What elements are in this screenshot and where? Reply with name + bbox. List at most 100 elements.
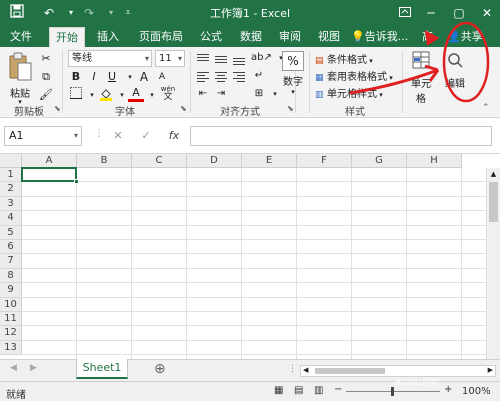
merge-center-icon[interactable]: ⊞ <box>251 86 267 102</box>
horizontal-scroll-thumb[interactable] <box>315 368 385 374</box>
zoom-slider-thumb[interactable] <box>391 387 394 396</box>
font-name-combo[interactable]: 等线 ▾ <box>68 50 152 67</box>
tab-review[interactable]: 审阅 <box>273 27 307 47</box>
tab-file[interactable]: 文件 <box>4 27 38 47</box>
formula-input[interactable] <box>190 126 492 146</box>
row-header-9[interactable]: 9 <box>0 283 22 298</box>
column-header-a[interactable]: A <box>22 154 77 168</box>
name-box[interactable]: A1 ▾ <box>4 126 82 146</box>
fill-color-icon[interactable] <box>98 87 114 103</box>
cancel-icon[interactable]: ✕ <box>110 128 126 144</box>
ribbon-display-options-icon[interactable] <box>392 2 418 24</box>
cell-styles-button[interactable]: ▥ 单元格样式 ▾ <box>314 84 398 100</box>
decrease-indent-icon[interactable]: ⇤ <box>195 86 211 102</box>
row-header-13[interactable]: 13 <box>0 340 22 356</box>
insert-function-icon[interactable]: fx <box>166 128 182 144</box>
conditional-formatting-button[interactable]: ▤ 条件格式 ▾ <box>314 50 398 66</box>
column-header-g[interactable]: G <box>352 154 407 168</box>
zoom-level[interactable]: 100% <box>462 386 491 397</box>
tab-data[interactable]: 数据 <box>234 27 268 47</box>
zoom-in-icon[interactable]: + <box>444 384 452 395</box>
tab-page-layout[interactable]: 页面布局 <box>134 27 188 47</box>
wrap-text-icon[interactable]: ↵ <box>251 68 267 84</box>
underline-button[interactable]: U <box>104 69 120 85</box>
column-header-b[interactable]: B <box>77 154 132 168</box>
page-break-view-icon[interactable]: ▥ <box>314 385 323 396</box>
number-format-button[interactable]: % 数字 ▾ <box>279 49 307 99</box>
fill-handle[interactable] <box>74 179 79 185</box>
tab-insert[interactable]: 插入 <box>91 27 125 47</box>
select-all-corner[interactable] <box>0 154 22 168</box>
bold-button[interactable]: B <box>68 69 84 85</box>
share-button[interactable]: 👤共享 <box>447 28 483 45</box>
scroll-up-icon[interactable]: ▲ <box>488 170 499 178</box>
column-header-d[interactable]: D <box>187 154 242 168</box>
add-sheet-icon[interactable]: ⊕ <box>154 361 166 377</box>
borders-icon[interactable] <box>68 87 84 103</box>
align-center-icon[interactable] <box>213 70 227 82</box>
format-as-table-button[interactable]: ▦ 套用表格格式 ▾ <box>314 67 398 83</box>
phonetic-guide-button[interactable]: wén 文 <box>160 85 176 102</box>
scroll-sheets-left-icon[interactable]: ◀ <box>10 363 17 373</box>
decrease-font-size-button[interactable]: A <box>154 69 170 85</box>
font-size-combo[interactable]: 11 ▾ <box>155 50 185 67</box>
middle-align-icon[interactable] <box>213 52 227 64</box>
minimize-icon[interactable]: ─ <box>418 2 444 24</box>
zoom-out-icon[interactable]: − <box>334 384 342 395</box>
align-left-icon[interactable] <box>195 70 209 82</box>
increase-font-size-button[interactable]: A <box>136 69 152 85</box>
worksheet-grid[interactable]: ABCDEFGH 1 2 3 4 5 6 7 8 9 10 11 12 13 ▲ <box>0 154 500 359</box>
sheet-tab-sheet1[interactable]: Sheet1 <box>76 359 128 379</box>
collapse-ribbon-icon[interactable]: ⌃ <box>482 103 490 113</box>
row-header-11[interactable]: 11 <box>0 312 22 327</box>
bottom-align-icon[interactable] <box>231 52 245 65</box>
column-header-f[interactable]: F <box>297 154 352 168</box>
row-header-10[interactable]: 10 <box>0 297 22 312</box>
row-header-1[interactable]: 1 <box>0 168 22 183</box>
tab-formulas[interactable]: 公式 <box>194 27 228 47</box>
vertical-scroll-thumb[interactable] <box>489 182 498 222</box>
font-color-button[interactable]: A <box>128 85 144 102</box>
row-header-7[interactable]: 7 <box>0 254 22 269</box>
tell-me-search[interactable]: 💡告诉我... <box>351 28 408 45</box>
italic-button[interactable]: I <box>86 69 102 85</box>
active-cell[interactable] <box>21 167 77 183</box>
scroll-left-icon[interactable]: ◀ <box>303 366 308 374</box>
tab-home[interactable]: 开始 <box>49 27 85 47</box>
account-name[interactable]: 高 <box>422 28 433 45</box>
scroll-right-icon[interactable]: ▶ <box>488 366 493 374</box>
drag-handle-icon[interactable]: ⋮ <box>94 128 104 139</box>
row-header-2[interactable]: 2 <box>0 182 22 197</box>
top-align-icon[interactable] <box>195 52 209 64</box>
splitter-icon[interactable]: ⋮ <box>288 364 297 374</box>
row-header-12[interactable]: 12 <box>0 326 22 341</box>
row-header-4[interactable]: 4 <box>0 211 22 226</box>
chevron-down-icon[interactable]: ▾ <box>144 87 160 103</box>
row-header-5[interactable]: 5 <box>0 225 22 240</box>
normal-view-icon[interactable]: ▦ <box>274 385 283 396</box>
scroll-sheets-right-icon[interactable]: ▶ <box>30 363 37 373</box>
cells-button[interactable]: 单元格 <box>406 49 436 105</box>
dialog-launcher-icon[interactable]: ⬊ <box>54 104 61 113</box>
paste-button[interactable]: 粘贴 ▾ <box>6 51 34 106</box>
enter-icon[interactable]: ✓ <box>138 128 154 144</box>
align-right-icon[interactable] <box>231 70 245 82</box>
increase-indent-icon[interactable]: ⇥ <box>213 86 229 102</box>
vertical-scrollbar[interactable]: ▲ <box>486 168 500 359</box>
format-painter-icon[interactable]: 🖌 <box>38 87 54 103</box>
row-header-6[interactable]: 6 <box>0 240 22 255</box>
cut-icon[interactable]: ✂ <box>38 51 54 67</box>
restore-icon[interactable]: ▢ <box>446 2 472 24</box>
tab-view[interactable]: 视图 <box>312 27 346 47</box>
column-header-h[interactable]: H <box>407 154 462 168</box>
row-header-3[interactable]: 3 <box>0 196 22 212</box>
column-header-c[interactable]: C <box>132 154 187 168</box>
dialog-launcher-icon[interactable]: ⬊ <box>287 104 294 113</box>
copy-icon[interactable]: ⧉ <box>38 69 54 85</box>
dialog-launcher-icon[interactable]: ⬊ <box>180 104 187 113</box>
row-header-8[interactable]: 8 <box>0 268 22 284</box>
editing-button[interactable]: 编辑 <box>440 49 470 99</box>
orientation-icon[interactable]: ab↗ <box>251 50 272 66</box>
column-header-e[interactable]: E <box>242 154 297 168</box>
close-icon[interactable]: ✕ <box>474 2 500 24</box>
